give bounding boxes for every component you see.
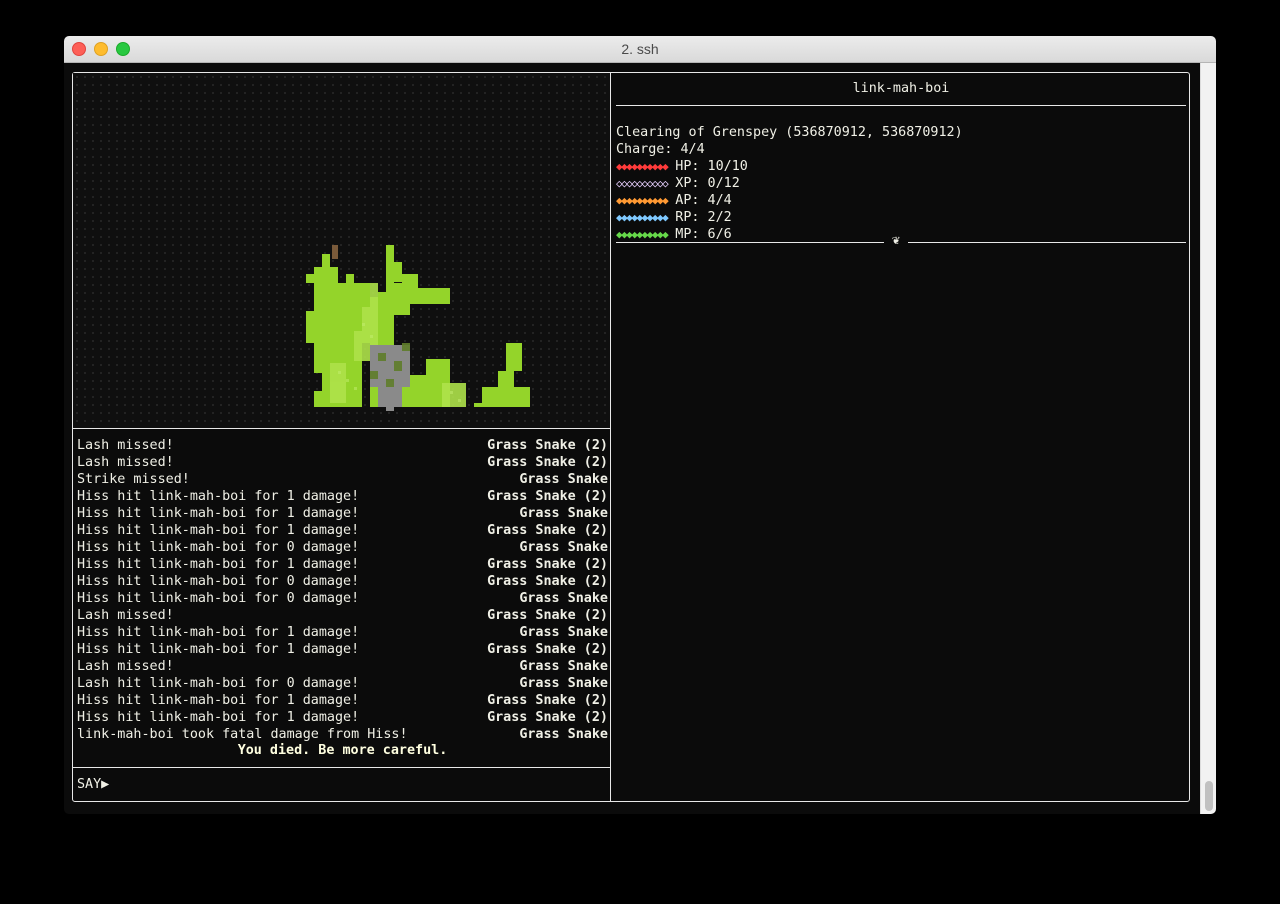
log-message: Lash missed! — [77, 455, 174, 470]
combat-log: Lash missed! Grass Snake (2) Lash missed! G… — [77, 437, 608, 758]
stat-mp-diamonds-icon: ◆◆◆◆◆◆◆◆◆◆ — [616, 228, 669, 241]
log-source: Grass Snake (2) — [487, 574, 608, 589]
snake-horn — [346, 274, 354, 288]
say-input[interactable]: SAY▶ — [77, 777, 109, 792]
snake-eye — [332, 245, 338, 259]
log-message: Hiss hit link-mah-boi for 0 damage! — [77, 574, 360, 589]
log-entry: Lash missed! Grass Snake (2) — [77, 454, 608, 471]
character-name: link-mah-boi — [852, 81, 950, 96]
log-message: Lash hit link-mah-boi for 0 damage! — [77, 676, 360, 691]
log-entry: Hiss hit link-mah-boi for 1 damage! Grass… — [77, 488, 608, 505]
log-source: Grass Snake — [519, 540, 608, 555]
log-source: Grass Snake (2) — [487, 642, 608, 657]
log-entry: Hiss hit link-mah-boi for 1 damage! Grass… — [77, 505, 608, 522]
stat-mp: ◆◆◆◆◆◆◆◆◆◆ MP: 6/6 — [616, 227, 732, 242]
log-source: Grass Snake — [519, 727, 608, 742]
log-source: Grass Snake — [519, 676, 608, 691]
stat-xp: ◇◇◇◇◇◇◇◇◇◇ XP: 0/12 — [616, 176, 740, 191]
log-source: Grass Snake (2) — [487, 438, 608, 453]
stat-hp-diamonds-icon: ◆◆◆◆◆◆◆◆◆◆ — [616, 160, 669, 173]
log-message: Hiss hit link-mah-boi for 1 damage! — [77, 642, 360, 657]
log-message: Hiss hit link-mah-boi for 1 damage! — [77, 710, 360, 725]
stat-hp: ◆◆◆◆◆◆◆◆◆◆ HP: 10/10 — [616, 159, 748, 174]
log-message: Hiss hit link-mah-boi for 1 damage! — [77, 489, 360, 504]
input-divider — [72, 767, 611, 768]
terminal-window: 2. ssh Lash missed! Grass Snake (2) Lash… — [64, 36, 1216, 814]
grass-snake-art — [306, 245, 530, 411]
stat-xp-label: XP: 0/12 — [675, 176, 740, 191]
art-divider — [72, 428, 611, 429]
log-message: Lash missed! — [77, 608, 174, 623]
stat-rp-diamonds-icon: ◆◆◆◆◆◆◆◆◆◆ — [616, 211, 669, 224]
stat-xp-diamonds-icon: ◇◇◇◇◇◇◇◇◇◇ — [616, 177, 669, 190]
log-source: Grass Snake (2) — [487, 489, 608, 504]
log-source: Grass Snake (2) — [487, 693, 608, 708]
log-source: Grass Snake (2) — [487, 710, 608, 725]
log-source: Grass Snake — [519, 506, 608, 521]
fleuron-icon: ❦ — [892, 233, 900, 248]
window-title: 2. ssh — [621, 41, 659, 57]
pane-divider — [610, 72, 611, 802]
log-entry: Lash missed! Grass Snake (2) — [77, 607, 608, 624]
log-message: Hiss hit link-mah-boi for 1 damage! — [77, 506, 360, 521]
stats-divider-left — [616, 242, 884, 243]
stats-divider-right — [908, 242, 1186, 243]
stat-rp-label: RP: 2/2 — [675, 210, 732, 225]
stat-rp: ◆◆◆◆◆◆◆◆◆◆ RP: 2/2 — [616, 210, 732, 225]
log-entry: Hiss hit link-mah-boi for 0 damage! Grass… — [77, 539, 608, 556]
title-bar[interactable]: 2. ssh — [64, 36, 1216, 63]
log-source: Grass Snake — [519, 659, 608, 674]
death-message: You died. Be more careful. — [237, 743, 448, 758]
log-message: Lash missed! — [77, 438, 174, 453]
log-message: Hiss hit link-mah-boi for 1 damage! — [77, 523, 360, 538]
log-message: Hiss hit link-mah-boi for 1 damage! — [77, 557, 360, 572]
log-message: Lash missed! — [77, 659, 174, 674]
log-entry: Hiss hit link-mah-boi for 1 damage! Grass… — [77, 522, 608, 539]
log-message: Hiss hit link-mah-boi for 1 damage! — [77, 625, 360, 640]
scroll-thumb[interactable] — [1205, 781, 1213, 811]
log-message: Hiss hit link-mah-boi for 1 damage! — [77, 693, 360, 708]
log-source: Grass Snake (2) — [487, 455, 608, 470]
log-source: Grass Snake (2) — [487, 523, 608, 538]
charge-text: Charge: 4/4 — [616, 142, 705, 157]
stat-ap-label: AP: 4/4 — [675, 193, 732, 208]
log-entry: Hiss hit link-mah-boi for 1 damage! Grass… — [77, 709, 608, 726]
log-entry: Hiss hit link-mah-boi for 1 damage! Grass… — [77, 692, 608, 709]
log-entry: Strike missed! Grass Snake — [77, 471, 608, 488]
scrollbar[interactable] — [1200, 63, 1216, 814]
log-entry: Hiss hit link-mah-boi for 1 damage! Grass… — [77, 641, 608, 658]
log-entry: link-mah-boi took fatal damage from Hiss… — [77, 726, 608, 743]
scene-viewport — [73, 73, 610, 428]
stat-hp-label: HP: 10/10 — [675, 159, 748, 174]
log-entry: Hiss hit link-mah-boi for 0 damage! Grass… — [77, 590, 608, 607]
location-text: Clearing of Grenspey (536870912, 5368709… — [616, 125, 963, 140]
log-entry: Hiss hit link-mah-boi for 1 damage! Grass… — [77, 556, 608, 573]
terminal-content[interactable]: Lash missed! Grass Snake (2) Lash missed! G… — [64, 63, 1200, 814]
log-message: link-mah-boi took fatal damage from Hiss… — [77, 727, 408, 742]
snake-tail-tip — [386, 245, 394, 283]
log-message: Strike missed! — [77, 472, 190, 487]
log-entry: Hiss hit link-mah-boi for 1 damage! Grass… — [77, 624, 608, 641]
name-divider — [616, 105, 1186, 106]
log-entry: Lash missed! Grass Snake — [77, 658, 608, 675]
log-source: Grass Snake — [519, 625, 608, 640]
stat-mp-label: MP: 6/6 — [675, 227, 732, 242]
stat-ap-diamonds-icon: ◆◆◆◆◆◆◆◆◆◆ — [616, 194, 669, 207]
log-entry: Lash hit link-mah-boi for 0 damage! Grass… — [77, 675, 608, 692]
log-message: Hiss hit link-mah-boi for 0 damage! — [77, 540, 360, 555]
log-entry: Hiss hit link-mah-boi for 0 damage! Grass… — [77, 573, 608, 590]
snake-tail — [410, 288, 450, 304]
log-source: Grass Snake — [519, 472, 608, 487]
small-snake — [506, 343, 522, 371]
log-source: Grass Snake (2) — [487, 608, 608, 623]
log-entry: Lash missed! Grass Snake (2) — [77, 437, 608, 454]
log-source: Grass Snake — [519, 591, 608, 606]
stat-ap: ◆◆◆◆◆◆◆◆◆◆ AP: 4/4 — [616, 193, 732, 208]
log-message: Hiss hit link-mah-boi for 0 damage! — [77, 591, 360, 606]
log-source: Grass Snake (2) — [487, 557, 608, 572]
